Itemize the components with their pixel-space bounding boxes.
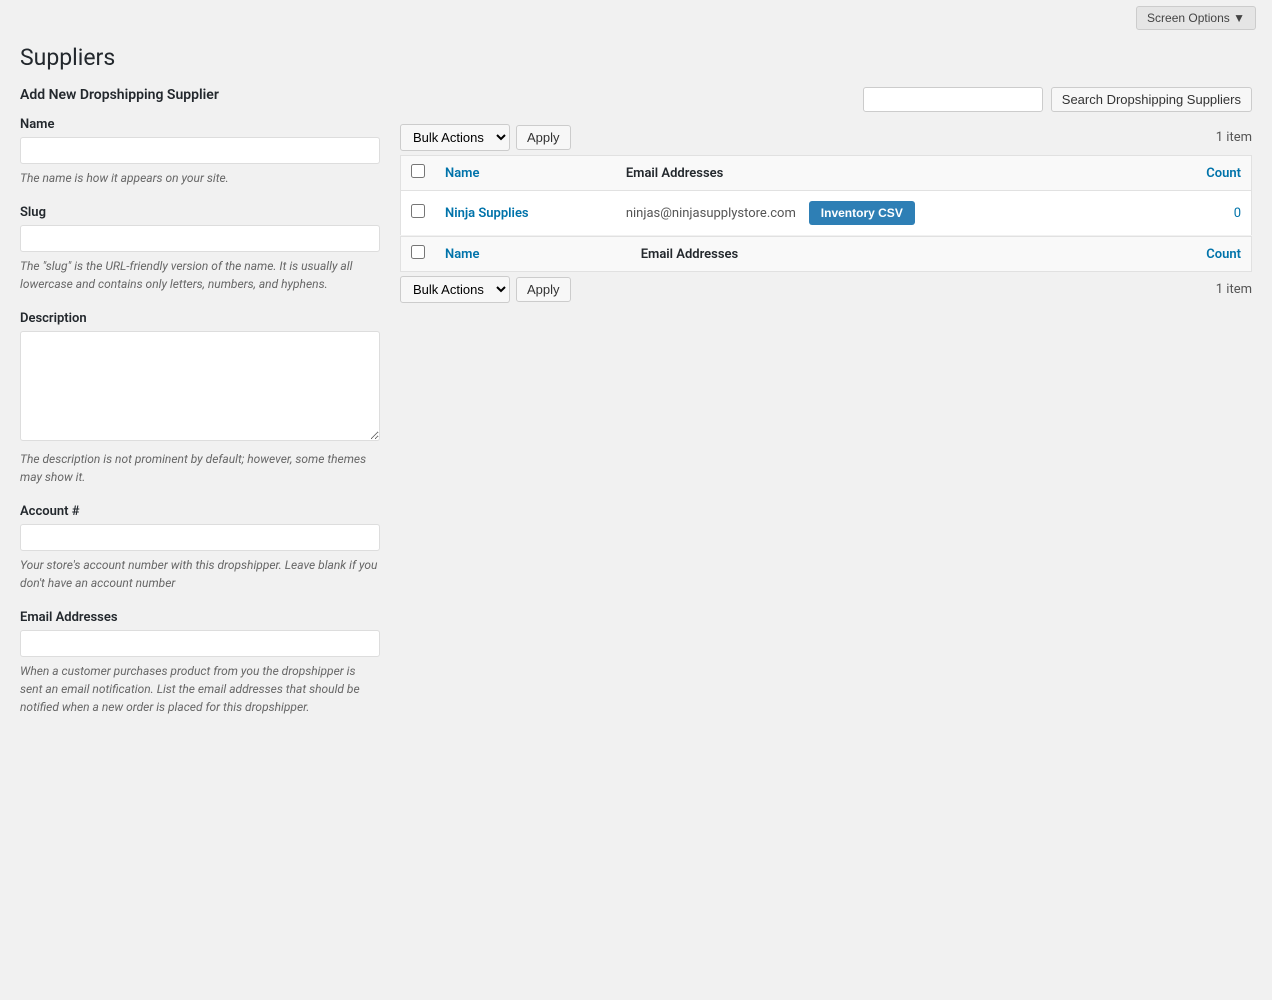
add-new-form-panel: Add New Dropshipping Supplier Name The n… [20,87,400,734]
email-hint: When a customer purchases product from y… [20,662,380,716]
bottom-col-count-header: Count [1053,237,1252,272]
email-input[interactable] [20,630,380,657]
row-count-cell: 0 [1155,191,1251,236]
bottom-col-email-header: Email Addresses [631,237,1053,272]
bottom-header-row: Name Email Addresses Count [401,237,1252,272]
screen-options-label: Screen Options [1147,11,1230,25]
slug-field-group: Slug The "slug" is the URL-friendly vers… [20,205,380,293]
form-section-title: Add New Dropshipping Supplier [20,87,380,103]
suppliers-table-panel: Search Dropshipping Suppliers Bulk Actio… [400,87,1252,734]
account-input[interactable] [20,524,380,551]
slug-input[interactable] [20,225,380,252]
account-label: Account # [20,504,380,519]
count-link[interactable]: 0 [1234,206,1241,221]
row-checkbox-cell [401,191,436,236]
bottom-apply-label: Apply [527,282,560,297]
name-hint: The name is how it appears on your site. [20,169,380,187]
col-check-header [401,156,436,191]
table-row: Ninja Supplies ninjas@ninjasupplystore.c… [401,191,1252,236]
bottom-col-check-header [401,237,436,272]
row-checkbox[interactable] [411,204,425,218]
description-field-group: Description The description is not promi… [20,311,380,486]
bottom-apply-button[interactable]: Apply [516,277,571,302]
name-field-group: Name The name is how it appears on your … [20,117,380,187]
name-input[interactable] [20,137,380,164]
bottom-bulk-left: Bulk Actions Apply [400,276,571,303]
top-apply-label: Apply [527,130,560,145]
col-count-header: Count [1155,156,1251,191]
top-bulk-actions-select[interactable]: Bulk Actions [400,124,510,151]
email-label: Email Addresses [20,610,380,625]
top-item-count: 1 item [1216,130,1252,145]
account-hint: Your store's account number with this dr… [20,556,380,592]
search-button-label: Search Dropshipping Suppliers [1062,92,1241,107]
row-email: ninjas@ninjasupplystore.com [626,206,796,221]
col-email-header: Email Addresses [616,156,1155,191]
bottom-bulk-action-bar: Bulk Actions Apply 1 item [400,276,1252,303]
col-name-header: Name [435,156,616,191]
screen-options-button[interactable]: Screen Options ▼ [1136,6,1256,30]
suppliers-table: Name Email Addresses Count Ninj [400,155,1252,236]
email-field-group: Email Addresses When a customer purchase… [20,610,380,716]
description-hint: The description is not prominent by defa… [20,450,380,486]
table-header-row: Name Email Addresses Count [401,156,1252,191]
account-field-group: Account # Your store's account number wi… [20,504,380,592]
top-bulk-action-bar: Bulk Actions Apply 1 item [400,124,1252,151]
inventory-csv-button[interactable]: Inventory CSV [809,201,915,225]
select-all-checkbox-top[interactable] [411,164,425,178]
search-input[interactable] [863,87,1043,112]
bottom-table-area: Name Email Addresses Count Bulk A [400,236,1252,303]
screen-options-chevron: ▼ [1233,11,1245,25]
top-apply-button[interactable]: Apply [516,125,571,150]
description-input[interactable] [20,331,380,441]
row-email-cell: ninjas@ninjasupplystore.com Inventory CS… [616,191,1155,236]
row-name-cell: Ninja Supplies [435,191,616,236]
slug-label: Slug [20,205,380,220]
bottom-col-name-header: Name [435,237,631,272]
name-label: Name [20,117,380,132]
slug-hint: The "slug" is the URL-friendly version o… [20,257,380,293]
supplier-link[interactable]: Ninja Supplies [445,206,529,221]
suppliers-table-bottom-header: Name Email Addresses Count [400,236,1252,272]
search-bar: Search Dropshipping Suppliers [400,87,1252,112]
page-title: Suppliers [0,36,1272,87]
search-button[interactable]: Search Dropshipping Suppliers [1051,87,1252,112]
inventory-csv-label: Inventory CSV [821,206,903,220]
select-all-checkbox-bottom[interactable] [411,245,425,259]
bottom-bulk-actions-select[interactable]: Bulk Actions [400,276,510,303]
description-label: Description [20,311,380,326]
bottom-item-count: 1 item [1216,282,1252,297]
top-bulk-left: Bulk Actions Apply [400,124,571,151]
